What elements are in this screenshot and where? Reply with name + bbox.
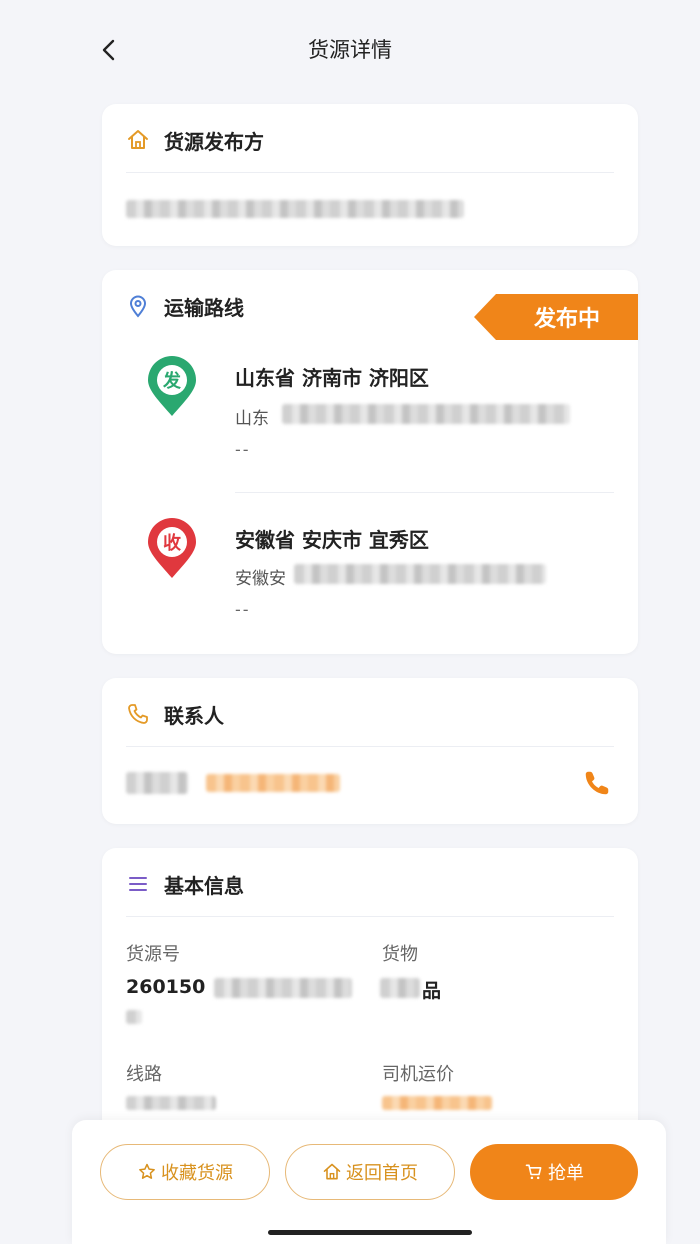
phone-outline-icon [126,702,150,726]
list-icon [126,872,150,896]
route-title: 运输路线 [164,295,244,320]
destination-region: 安徽省 安庆市 宜秀区 [235,528,429,552]
publisher-title: 货源发布方 [164,129,264,154]
destination-extra: -- [235,600,251,619]
publisher-header: 货源发布方 [126,126,264,154]
goods-value: 品 [422,980,442,1002]
origin-address-redacted [282,404,570,424]
origin-pin-icon: 发 [146,356,198,418]
return-home-label: 返回首页 [346,1163,418,1184]
destination-badge: 收 [163,532,181,554]
goods-label: 货物 [382,944,418,965]
basic-info-header: 基本信息 [126,870,244,898]
location-pin-icon [126,294,150,318]
route-header: 运输路线 [126,292,244,320]
grab-order-label: 抢单 [548,1163,584,1184]
favorite-button[interactable]: 收藏货源 [100,1144,270,1200]
star-icon [137,1162,157,1182]
cargo-number-redacted-2 [126,1010,142,1024]
destination-pin-icon: 收 [146,518,198,580]
home-icon [322,1162,342,1182]
favorite-label: 收藏货源 [161,1163,233,1184]
home-indicator [268,1230,472,1235]
driver-price-label: 司机运价 [382,1064,454,1085]
divider [126,916,614,917]
driver-price-redacted [382,1096,492,1110]
contact-header: 联系人 [126,700,224,728]
bottom-action-bar: 收藏货源 返回首页 抢单 [72,1120,666,1244]
home-icon [126,128,150,152]
call-phone-icon[interactable] [582,768,612,798]
grab-order-button[interactable]: 抢单 [470,1144,638,1200]
origin-badge: 发 [162,370,182,392]
return-home-button[interactable]: 返回首页 [285,1144,455,1200]
top-bar: 货源详情 [0,0,700,100]
cargo-number-value: 260150 [126,976,206,998]
publisher-card: 货源发布方 [102,104,638,246]
origin-extra: -- [235,440,251,459]
publisher-name-redacted [126,200,464,218]
divider [126,172,614,173]
cargo-number-redacted [214,978,352,998]
contact-name-redacted [126,772,188,794]
goods-redacted [380,978,420,998]
status-badge: 发布中 [474,294,638,340]
contact-phone-redacted[interactable] [206,774,340,792]
route-label: 线路 [126,1064,162,1085]
origin-address: 山东 [235,409,269,429]
basic-info-title: 基本信息 [164,873,244,898]
divider [126,746,614,747]
cart-icon [524,1162,544,1182]
basic-info-card: 基本信息 货源号 260150 货物 品 线路 司机运价 [102,848,638,1148]
route-card: 运输路线 发布中 发 山东省 济南市 济阳区 山东 -- 收 安徽省 安庆市 宜… [102,270,638,654]
divider [235,492,614,493]
origin-region: 山东省 济南市 济阳区 [235,366,429,390]
cargo-number-label: 货源号 [126,944,180,965]
page-title: 货源详情 [308,38,392,62]
destination-address: 安徽安 [235,569,286,589]
route-value-redacted [126,1096,216,1110]
contact-card: 联系人 [102,678,638,824]
destination-address-redacted [294,564,546,584]
contact-title: 联系人 [164,703,224,728]
